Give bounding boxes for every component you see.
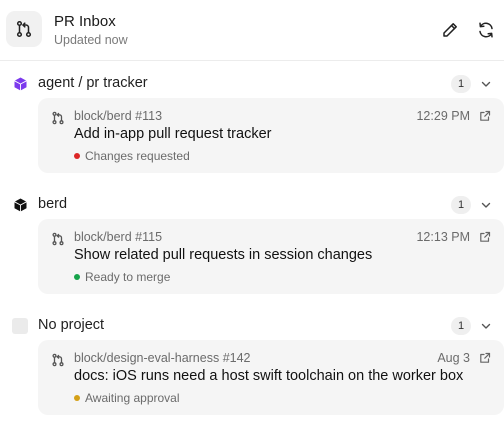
pr-title: Add in-app pull request tracker xyxy=(74,126,272,142)
empty-square-icon xyxy=(12,318,28,334)
chevron-down-icon[interactable] xyxy=(480,78,492,90)
group-name: agent / pr tracker xyxy=(38,75,148,91)
edit-button[interactable] xyxy=(438,18,462,42)
pencil-icon xyxy=(443,23,457,37)
status-badge: Awaiting approval xyxy=(74,391,180,405)
status-label: Ready to merge xyxy=(85,270,171,284)
cube-icon xyxy=(13,77,27,91)
project-group-berd: berd 1 block/berd #115 12:13 PM Show rel… xyxy=(0,191,504,294)
pr-card[interactable]: block/berd #113 12:29 PM Add in-app pull… xyxy=(38,98,504,173)
pr-title: docs: iOS runs need a host swift toolcha… xyxy=(74,368,464,384)
pr-card[interactable]: block/design-eval-harness #142 Aug 3 doc… xyxy=(38,340,504,415)
status-badge: Changes requested xyxy=(74,149,190,163)
group-header[interactable]: berd 1 xyxy=(0,191,504,219)
project-group-agent-pr-tracker: agent / pr tracker 1 block/berd #113 12:… xyxy=(0,70,504,173)
project-group-no-project: No project 1 block/design-eval-harness #… xyxy=(0,312,504,415)
pr-title: Show related pull requests in session ch… xyxy=(74,247,373,263)
count-badge: 1 xyxy=(451,196,471,214)
updated-status: Updated now xyxy=(54,33,128,47)
pr-repo: block/design-eval-harness #142 xyxy=(74,351,251,365)
git-pull-request-icon xyxy=(52,353,64,367)
pr-card[interactable]: block/berd #115 12:13 PM Show related pu… xyxy=(38,219,504,294)
chevron-down-icon[interactable] xyxy=(480,320,492,332)
group-header[interactable]: agent / pr tracker 1 xyxy=(0,70,504,98)
git-pull-request-icon xyxy=(52,232,64,246)
external-link-icon[interactable] xyxy=(479,110,491,122)
status-label: Awaiting approval xyxy=(85,391,180,405)
status-label: Changes requested xyxy=(85,149,190,163)
refresh-icon xyxy=(479,22,493,38)
git-pull-request-icon xyxy=(6,11,42,47)
pr-repo: block/berd #115 xyxy=(74,230,163,244)
count-badge: 1 xyxy=(451,75,471,93)
pr-time: 12:13 PM xyxy=(416,230,470,244)
refresh-button[interactable] xyxy=(474,18,498,42)
pr-time: Aug 3 xyxy=(437,351,470,365)
group-header[interactable]: No project 1 xyxy=(0,312,504,340)
chevron-down-icon[interactable] xyxy=(480,199,492,211)
count-badge: 1 xyxy=(451,317,471,335)
page-title: PR Inbox xyxy=(54,13,116,30)
inbox-header: PR Inbox Updated now xyxy=(0,0,504,61)
git-pull-request-icon xyxy=(52,111,64,125)
pr-time: 12:29 PM xyxy=(416,109,470,123)
status-dot xyxy=(74,395,80,401)
status-dot xyxy=(74,274,80,280)
pr-repo: block/berd #113 xyxy=(74,109,163,123)
status-badge: Ready to merge xyxy=(74,270,170,284)
group-name: berd xyxy=(38,196,68,212)
group-name: No project xyxy=(38,317,105,333)
external-link-icon[interactable] xyxy=(479,231,491,243)
cube-icon xyxy=(13,198,27,212)
status-dot xyxy=(74,153,80,159)
external-link-icon[interactable] xyxy=(479,352,491,364)
